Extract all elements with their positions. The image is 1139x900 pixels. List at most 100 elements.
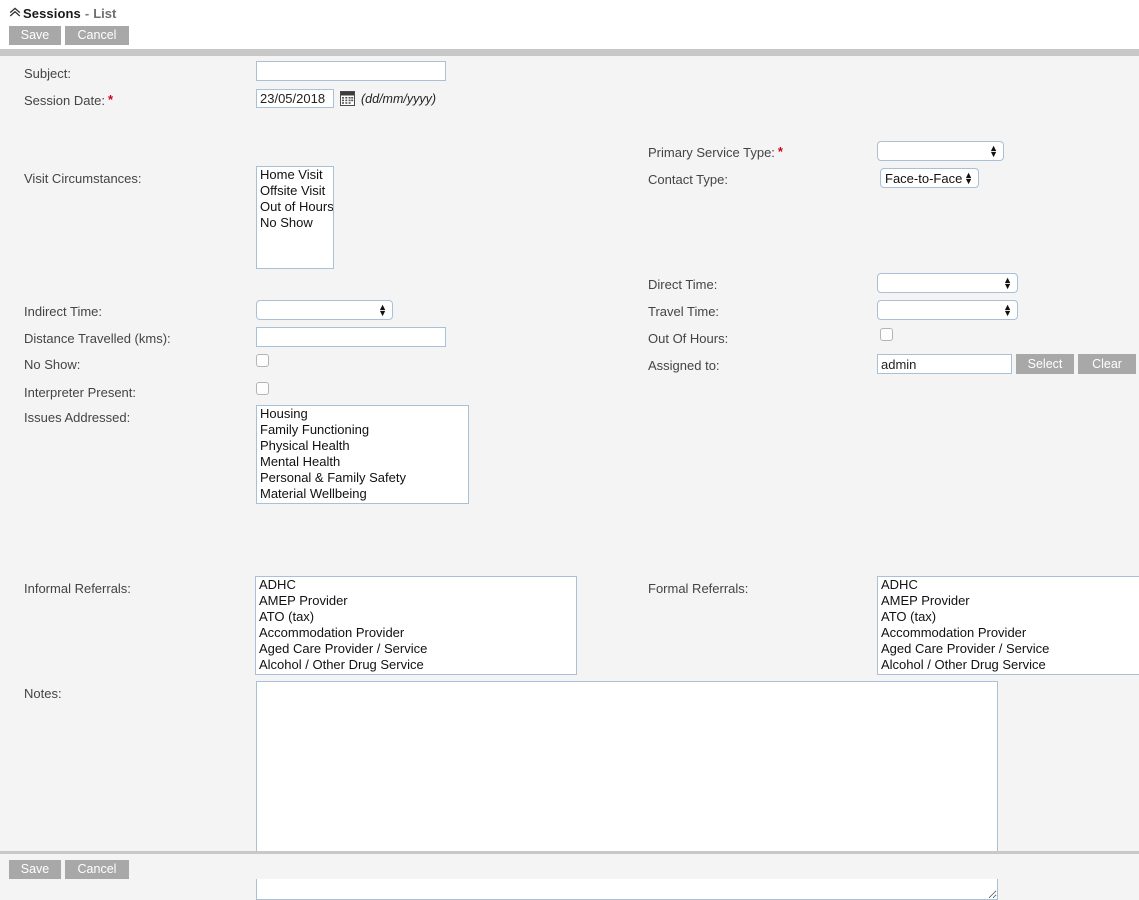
list-item[interactable]: ATO (tax) (256, 609, 576, 625)
list-item[interactable]: Aged Care Provider / Service (878, 641, 1139, 657)
field-contact-type-input-wrap: Face-to-Face ▲ ▼ (880, 168, 979, 188)
field-direct-time-label-wrap: Direct Time: (648, 276, 717, 293)
field-visit-circumstances-label-wrap: Visit Circumstances: (24, 170, 142, 187)
list-item[interactable]: Accommodation Provider (256, 625, 576, 641)
field-direct-time-input-wrap: ▲ ▼ (877, 273, 1018, 293)
list-item[interactable]: Family Functioning (257, 422, 468, 438)
informal-referrals-listbox[interactable]: ADHC AMEP Provider ATO (tax) Accommodati… (255, 576, 577, 675)
breadcrumb-title: Sessions (23, 5, 81, 21)
field-subject-label-wrap: Subject: (24, 65, 71, 82)
subject-input[interactable] (256, 61, 446, 81)
list-item[interactable]: Mental Health (257, 454, 468, 470)
issues-addressed-label: Issues Addressed: (24, 410, 131, 425)
field-distance-travelled-label-wrap: Distance Travelled (kms): (24, 330, 171, 347)
field-no-show-input-wrap (256, 354, 269, 367)
list-item[interactable]: ATO (tax) (878, 609, 1139, 625)
subject-label: Subject: (24, 66, 71, 81)
chevron-double-up-icon[interactable] (9, 7, 21, 19)
cancel-button-top[interactable]: Cancel (65, 26, 129, 45)
list-item[interactable]: Personal & Family Safety (257, 470, 468, 486)
field-out-of-hours-input-wrap (880, 328, 893, 341)
field-issues-addressed-label-wrap: Issues Addressed: (24, 409, 130, 426)
indirect-time-select-wrap: ▲ ▼ (256, 300, 393, 320)
visit-circumstances-listbox[interactable]: Home Visit Offsite Visit Out of Hours No… (256, 166, 334, 269)
list-item[interactable]: No Show (257, 215, 333, 231)
field-primary-service-type-input-wrap: ▲ ▼ (877, 141, 1004, 161)
field-indirect-time-label-wrap: Indirect Time: (24, 303, 102, 320)
contact-type-select[interactable]: Face-to-Face (880, 168, 979, 188)
list-item[interactable]: Home Visit (257, 167, 333, 183)
save-button-top[interactable]: Save (9, 26, 61, 45)
list-item[interactable]: Aged Care Provider / Service (256, 641, 576, 657)
notes-label: Notes: (24, 686, 62, 701)
field-interpreter-present-input-wrap (256, 382, 269, 395)
list-item[interactable]: Material Wellbeing (257, 486, 468, 502)
list-item[interactable]: ADHC (878, 577, 1139, 593)
visit-circumstances-label: Visit Circumstances: (24, 171, 142, 186)
travel-time-select[interactable] (877, 300, 1018, 320)
assigned-to-clear-button[interactable]: Clear (1078, 354, 1136, 374)
no-show-checkbox[interactable] (256, 354, 269, 367)
field-formal-referrals-label-wrap: Formal Referrals: (648, 580, 748, 597)
list-item[interactable]: Housing (257, 406, 468, 422)
breadcrumb-link-list[interactable]: List (93, 6, 116, 21)
assigned-to-input[interactable] (877, 354, 1012, 374)
field-assigned-to-label-wrap: Assigned to: (648, 357, 720, 374)
field-session-date-label-wrap: Session Date: * (24, 92, 113, 109)
travel-time-select-wrap: ▲ ▼ (877, 300, 1018, 320)
direct-time-select[interactable] (877, 273, 1018, 293)
distance-travelled-input[interactable] (256, 327, 446, 347)
field-travel-time-label-wrap: Travel Time: (648, 303, 719, 320)
direct-time-label: Direct Time: (648, 277, 718, 292)
interpreter-present-checkbox[interactable] (256, 382, 269, 395)
field-distance-travelled-input-wrap (256, 327, 446, 347)
field-session-date-input-wrap: (dd/mm/yyyy) (256, 89, 436, 108)
page-header: Sessions - List Save Cancel (0, 0, 1139, 49)
direct-time-select-wrap: ▲ ▼ (877, 273, 1018, 293)
session-date-label: Session Date: (24, 93, 105, 108)
field-out-of-hours-label-wrap: Out Of Hours: (648, 330, 728, 347)
list-item[interactable]: AMEP Provider (878, 593, 1139, 609)
field-interpreter-present-label-wrap: Interpreter Present: (24, 384, 136, 401)
out-of-hours-label: Out Of Hours: (648, 331, 729, 346)
field-informal-referrals-label-wrap: Informal Referrals: (24, 580, 131, 597)
contact-type-select-wrap: Face-to-Face ▲ ▼ (880, 168, 979, 188)
list-item[interactable]: AMEP Provider (256, 593, 576, 609)
assigned-to-label: Assigned to: (648, 358, 720, 373)
list-item[interactable]: Offsite Visit (257, 183, 333, 199)
top-button-row: Save Cancel (0, 26, 1139, 47)
primary-service-type-select-wrap: ▲ ▼ (877, 141, 1004, 161)
indirect-time-label: Indirect Time: (24, 304, 103, 319)
cancel-button-bottom[interactable]: Cancel (65, 860, 129, 879)
field-notes-label-wrap: Notes: (24, 685, 62, 702)
primary-service-type-select[interactable] (877, 141, 1004, 161)
field-travel-time-input-wrap: ▲ ▼ (877, 300, 1018, 320)
no-show-label: No Show: (24, 357, 81, 372)
contact-type-label: Contact Type: (648, 172, 728, 187)
list-item[interactable]: ADHC (256, 577, 576, 593)
field-indirect-time-input-wrap: ▲ ▼ (256, 300, 393, 320)
informal-referrals-label: Informal Referrals: (24, 581, 131, 596)
issues-addressed-listbox[interactable]: Housing Family Functioning Physical Heal… (256, 405, 469, 504)
out-of-hours-checkbox[interactable] (880, 328, 893, 341)
save-button-bottom[interactable]: Save (9, 860, 61, 879)
interpreter-present-label: Interpreter Present: (24, 385, 136, 400)
indirect-time-select[interactable] (256, 300, 393, 320)
list-item[interactable]: Physical Health (257, 438, 468, 454)
breadcrumb-separator: - (84, 5, 90, 21)
assigned-to-select-button[interactable]: Select (1016, 354, 1074, 374)
field-subject-input-wrap (256, 61, 446, 81)
primary-service-type-required-marker: * (777, 144, 783, 159)
list-item[interactable]: Accommodation Provider (878, 625, 1139, 641)
list-item[interactable]: Alcohol / Other Drug Service (878, 657, 1139, 673)
header-divider (0, 49, 1139, 56)
formal-referrals-listbox[interactable]: ADHC AMEP Provider ATO (tax) Accommodati… (877, 576, 1139, 675)
calendar-icon[interactable] (340, 91, 355, 106)
list-item[interactable]: Out of Hours (257, 199, 333, 215)
breadcrumb: Sessions - List (0, 0, 1139, 26)
list-item[interactable]: Alcohol / Other Drug Service (256, 657, 576, 673)
session-date-input[interactable] (256, 89, 334, 108)
session-date-format-hint: (dd/mm/yyyy) (361, 91, 436, 106)
field-primary-service-type-label-wrap: Primary Service Type: * (648, 144, 783, 161)
field-contact-type-label-wrap: Contact Type: (648, 171, 728, 188)
